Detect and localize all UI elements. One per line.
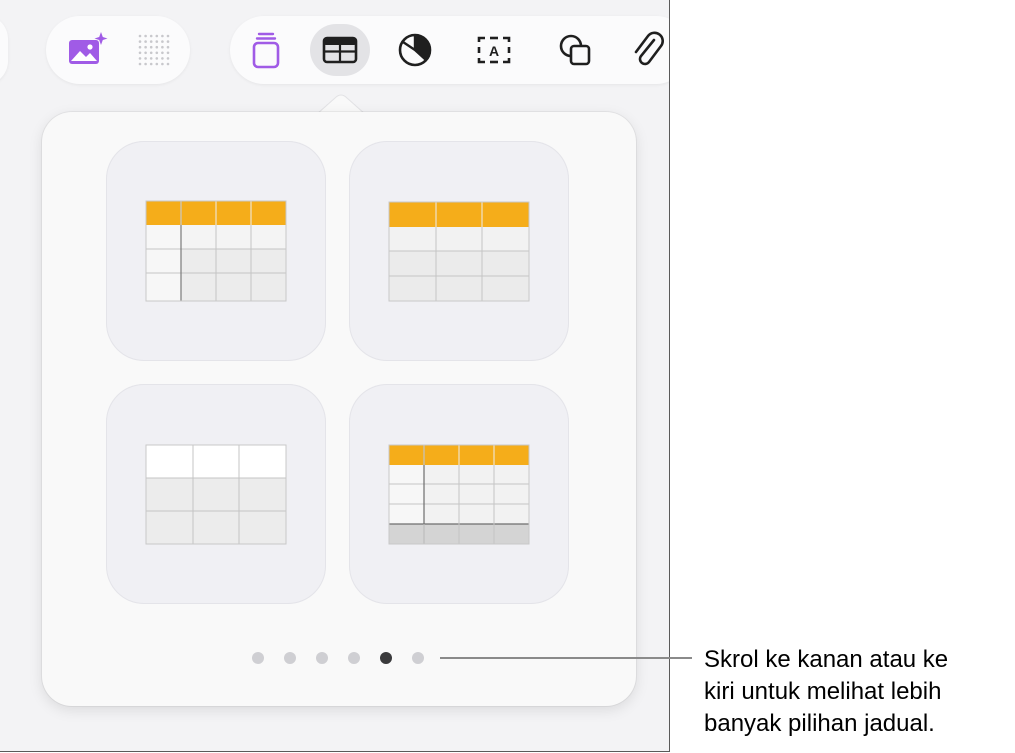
table-icon bbox=[322, 36, 358, 64]
popover-arrow bbox=[316, 94, 366, 115]
toolbar-insert-group: A bbox=[230, 16, 669, 84]
callout-line bbox=[440, 657, 692, 659]
page-dot[interactable] bbox=[380, 652, 392, 664]
page-dot[interactable] bbox=[252, 652, 264, 664]
page-dot[interactable] bbox=[348, 652, 360, 664]
page-dot[interactable] bbox=[412, 652, 424, 664]
table-preview bbox=[388, 444, 530, 545]
app-screen: A bbox=[0, 0, 670, 752]
photo-sparkle-icon bbox=[69, 32, 108, 64]
chart-button[interactable] bbox=[385, 24, 445, 76]
table-preview bbox=[388, 201, 530, 302]
table-preview bbox=[145, 200, 287, 302]
pie-chart-icon bbox=[398, 33, 432, 67]
dot-grid-icon bbox=[138, 34, 170, 66]
table-preview bbox=[145, 444, 287, 545]
text-box-button[interactable]: A bbox=[464, 24, 524, 76]
table-style-header-row-and-column[interactable] bbox=[106, 141, 326, 361]
shape-button[interactable] bbox=[545, 24, 605, 76]
callout-text: Skrol ke kanan atau ke kiri untuk meliha… bbox=[704, 646, 949, 737]
toolbar-media-group bbox=[46, 16, 190, 84]
shapes-icon bbox=[559, 34, 591, 66]
paperclip-icon bbox=[634, 31, 664, 66]
image-playground-button[interactable] bbox=[56, 24, 116, 76]
page-dot[interactable] bbox=[316, 652, 328, 664]
table-style-popover bbox=[42, 112, 636, 706]
table-style-header-row[interactable] bbox=[349, 141, 569, 361]
text-style-button[interactable] bbox=[236, 24, 296, 76]
table-style-plain[interactable] bbox=[106, 384, 326, 604]
table-header-row bbox=[389, 202, 529, 227]
table-button[interactable] bbox=[310, 24, 370, 76]
text-box-glyph: A bbox=[489, 43, 499, 59]
table-style-header-row-column-footer[interactable] bbox=[349, 384, 569, 604]
page-dot[interactable] bbox=[284, 652, 296, 664]
text-box-icon: A bbox=[477, 36, 511, 64]
toolbar-group-partial[interactable] bbox=[0, 15, 8, 85]
media-grid-button[interactable] bbox=[124, 24, 184, 76]
stacked-card-icon bbox=[252, 32, 280, 69]
media-button[interactable] bbox=[618, 24, 669, 76]
